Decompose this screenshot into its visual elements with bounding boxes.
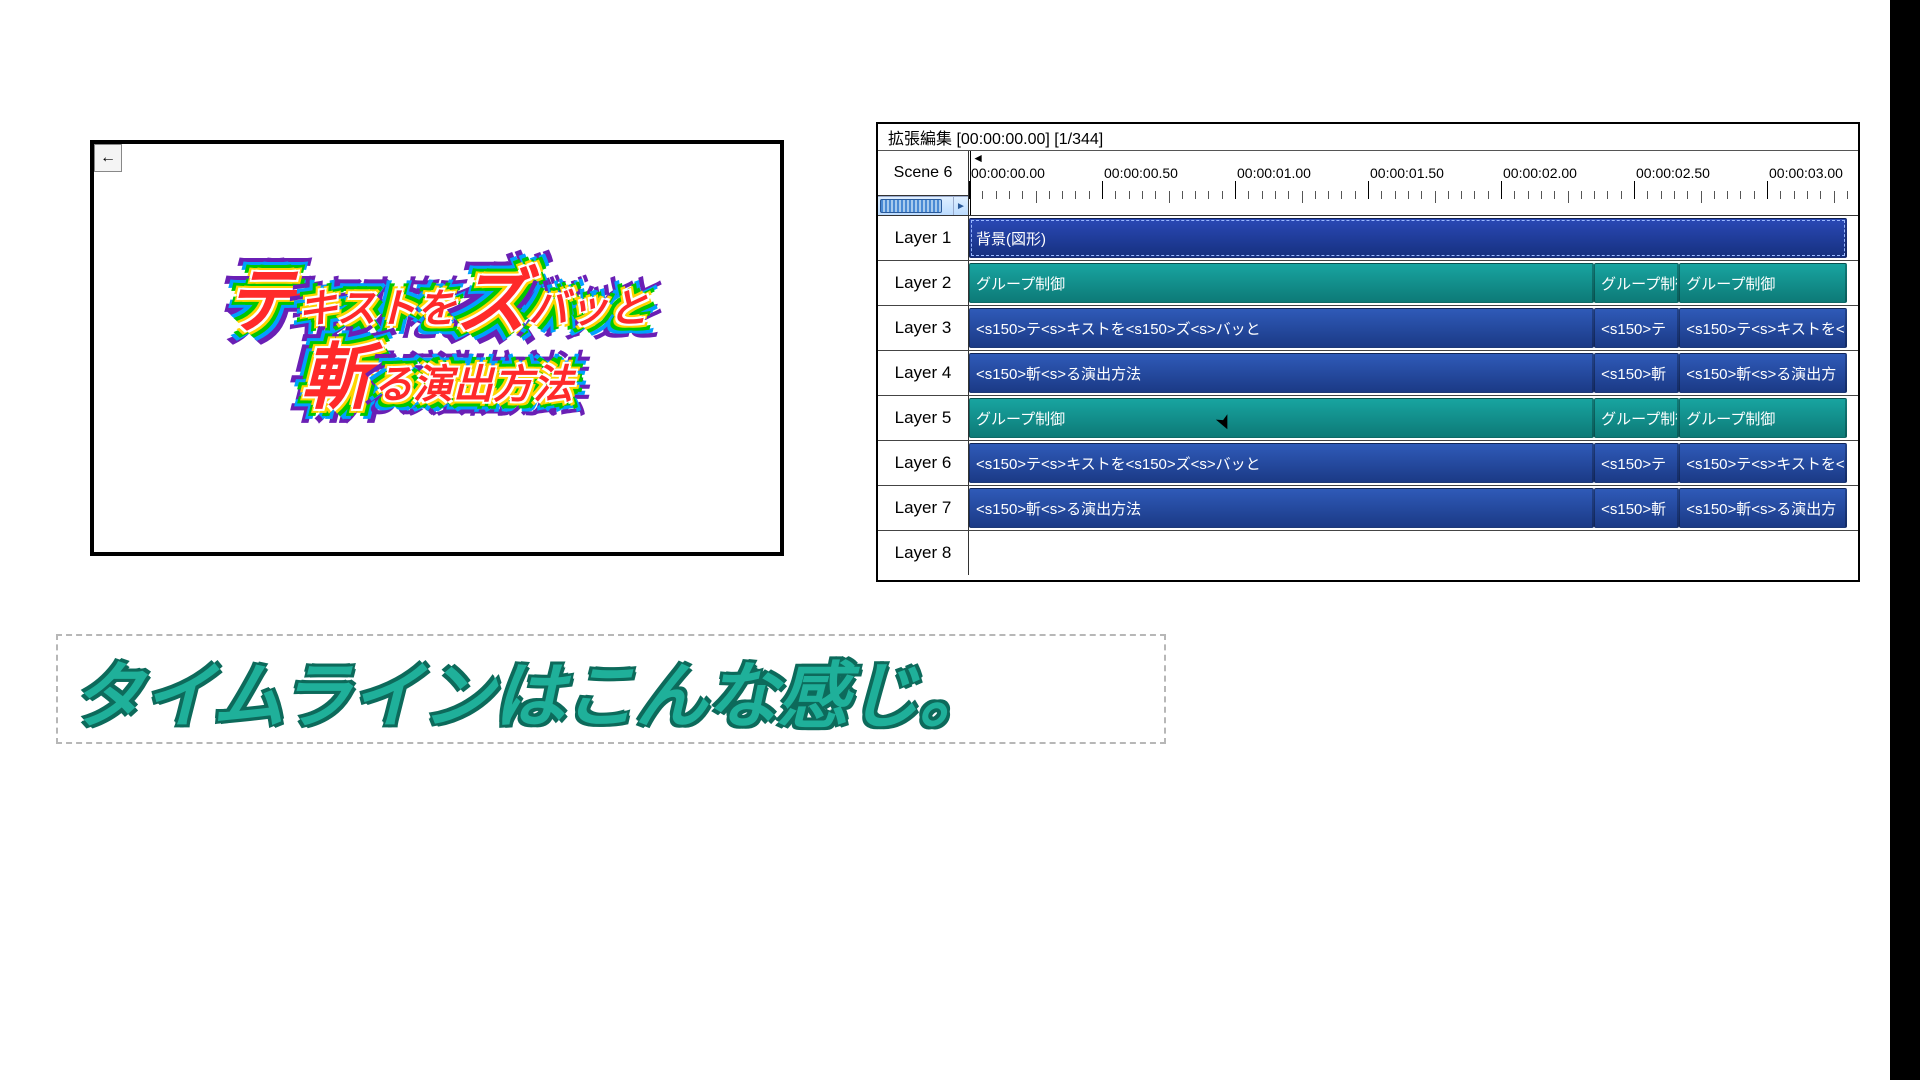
timeline-clip[interactable]: グループ制御 bbox=[1594, 398, 1679, 438]
ruler-tick-label: 00:00:01.00 bbox=[1237, 165, 1311, 181]
title-line1-big2: ズ bbox=[456, 262, 528, 342]
timeline-header: Scene 6 ► ◄ 00:00:00.00 00:00:00.50 00:00:… bbox=[878, 151, 1858, 216]
ruler-left-arrow-icon[interactable]: ◄ bbox=[973, 153, 983, 163]
layer-track[interactable]: グループ制御グループ制御グループ制御 bbox=[969, 261, 1858, 305]
timeline-clip[interactable]: <s150>斬 bbox=[1594, 353, 1679, 393]
timeline-clip[interactable]: グループ制御 bbox=[969, 263, 1594, 303]
timeline-clip[interactable]: <s150>斬<s>る演出方 bbox=[1679, 488, 1847, 528]
layer-track[interactable]: グループ制御グループ制御グループ制御 bbox=[969, 396, 1858, 440]
ruler-tick: 00:00:01.50 bbox=[1368, 165, 1501, 215]
hscrollbar-right-arrow-icon[interactable]: ► bbox=[953, 197, 968, 215]
ruler-tick-label: 00:00:00.50 bbox=[1104, 165, 1178, 181]
timeline-body: Layer 1背景(図形)Layer 2グループ制御グループ制御グループ制御La… bbox=[878, 216, 1858, 580]
layer-track[interactable]: <s150>テ<s>キストを<s150>ズ<s>バッと<s150>テ<s150>… bbox=[969, 306, 1858, 350]
timeline-clip[interactable]: グループ制御 bbox=[1679, 263, 1847, 303]
preview-back-button[interactable]: ← bbox=[94, 144, 122, 172]
title-line1-small1: キストを bbox=[298, 287, 457, 331]
timeline-clip[interactable]: <s150>テ<s>キストを<s150>ズ<s>バッと bbox=[969, 443, 1594, 483]
timeline-clip[interactable]: 背景(図形) bbox=[969, 218, 1847, 258]
caption-box[interactable]: タイムラインはこんな感じ。 bbox=[56, 634, 1166, 744]
preview-panel: ← テキストをズバッと 斬る演出方法 bbox=[90, 140, 784, 556]
title-line2-small: る演出方法 bbox=[373, 362, 573, 406]
timeline-window: 拡張編集 [00:00:00.00] [1/344] Scene 6 ► ◄ 0… bbox=[876, 122, 1860, 582]
title-line1-small2: バッと bbox=[528, 287, 648, 331]
timeline-clip[interactable]: <s150>斬<s>る演出方法 bbox=[969, 488, 1594, 528]
timeline-clip[interactable]: グループ制御 bbox=[1679, 398, 1847, 438]
timeline-clip[interactable]: <s150>テ<s>キストを< bbox=[1679, 443, 1847, 483]
timeline-layer-row: Layer 4<s150>斬<s>る演出方法<s150>斬<s150>斬<s>る… bbox=[878, 351, 1858, 396]
timeline-layer-row: Layer 5グループ制御グループ制御グループ制御 bbox=[878, 396, 1858, 441]
ruler-tick: 00:00:00.50 bbox=[1102, 165, 1235, 215]
timeline-clip[interactable]: <s150>斬<s>る演出方法 bbox=[969, 353, 1594, 393]
timeline-clip[interactable]: グループ制御 bbox=[969, 398, 1594, 438]
layer-track[interactable] bbox=[969, 531, 1858, 575]
timeline-layer-row: Layer 2グループ制御グループ制御グループ制御 bbox=[878, 261, 1858, 306]
layer-label[interactable]: Layer 6 bbox=[878, 441, 969, 485]
layer-label[interactable]: Layer 3 bbox=[878, 306, 969, 350]
ruler-tick-label: 00:00:00.00 bbox=[971, 165, 1045, 181]
ruler-tick-label: 00:00:02.50 bbox=[1636, 165, 1710, 181]
timeline-layer-row: Layer 1背景(図形) bbox=[878, 216, 1858, 261]
layer-track[interactable]: <s150>斬<s>る演出方法<s150>斬<s150>斬<s>る演出方 bbox=[969, 486, 1858, 530]
timeline-layer-row: Layer 3<s150>テ<s>キストを<s150>ズ<s>バッと<s150>… bbox=[878, 306, 1858, 351]
layer-label[interactable]: Layer 8 bbox=[878, 531, 969, 575]
caption-text: タイムラインはこんな感じ。 bbox=[72, 637, 990, 742]
timeline-hscrollbar[interactable]: ► bbox=[878, 196, 968, 215]
ruler-tick: 00:00:02.50 bbox=[1634, 165, 1767, 215]
ruler-tick-label: 00:00:03.00 bbox=[1769, 165, 1843, 181]
timeline-clip[interactable]: <s150>斬 bbox=[1594, 488, 1679, 528]
hscrollbar-thumb[interactable] bbox=[880, 199, 942, 213]
preview-title-art: テキストをズバッと 斬る演出方法 bbox=[226, 265, 649, 416]
ruler-tick-label: 00:00:01.50 bbox=[1370, 165, 1444, 181]
layer-track[interactable]: <s150>斬<s>る演出方法<s150>斬<s150>斬<s>る演出方 bbox=[969, 351, 1858, 395]
layer-track[interactable]: 背景(図形) bbox=[969, 216, 1858, 260]
timeline-clip[interactable]: <s150>テ<s>キストを<s150>ズ<s>バッと bbox=[969, 308, 1594, 348]
ruler-tick-label: 00:00:02.00 bbox=[1503, 165, 1577, 181]
timeline-layer-row: Layer 8 bbox=[878, 531, 1858, 575]
layer-label[interactable]: Layer 2 bbox=[878, 261, 969, 305]
ruler-tick: 00:00:02.00 bbox=[1501, 165, 1634, 215]
ruler-tick: 00:00:03.00 bbox=[1767, 165, 1858, 215]
scene-selector[interactable]: Scene 6 bbox=[878, 151, 968, 196]
layer-track[interactable]: <s150>テ<s>キストを<s150>ズ<s>バッと<s150>テ<s150>… bbox=[969, 441, 1858, 485]
title-line2-big: 斬 bbox=[301, 337, 373, 417]
layer-label[interactable]: Layer 7 bbox=[878, 486, 969, 530]
timeline-titlebar[interactable]: 拡張編集 [00:00:00.00] [1/344] bbox=[878, 124, 1858, 151]
title-line1-big1: テ bbox=[226, 262, 298, 342]
ruler-tick: 00:00:01.00 bbox=[1235, 165, 1368, 215]
timeline-clip[interactable]: <s150>テ bbox=[1594, 443, 1679, 483]
layer-label[interactable]: Layer 4 bbox=[878, 351, 969, 395]
timeline-clip[interactable]: <s150>テ bbox=[1594, 308, 1679, 348]
timeline-clip[interactable]: <s150>テ<s>キストを< bbox=[1679, 308, 1847, 348]
timeline-clip[interactable]: グループ制御 bbox=[1594, 263, 1679, 303]
ruler-tick: 00:00:00.00 bbox=[969, 165, 1102, 215]
layer-label[interactable]: Layer 1 bbox=[878, 216, 969, 260]
timeline-ruler[interactable]: ◄ 00:00:00.00 00:00:00.50 00:00:01.00 00:00… bbox=[969, 151, 1858, 215]
timeline-clip[interactable]: <s150>斬<s>る演出方 bbox=[1679, 353, 1847, 393]
timeline-layer-row: Layer 6<s150>テ<s>キストを<s150>ズ<s>バッと<s150>… bbox=[878, 441, 1858, 486]
timeline-layer-row: Layer 7<s150>斬<s>る演出方法<s150>斬<s150>斬<s>る… bbox=[878, 486, 1858, 531]
layer-label[interactable]: Layer 5 bbox=[878, 396, 969, 440]
